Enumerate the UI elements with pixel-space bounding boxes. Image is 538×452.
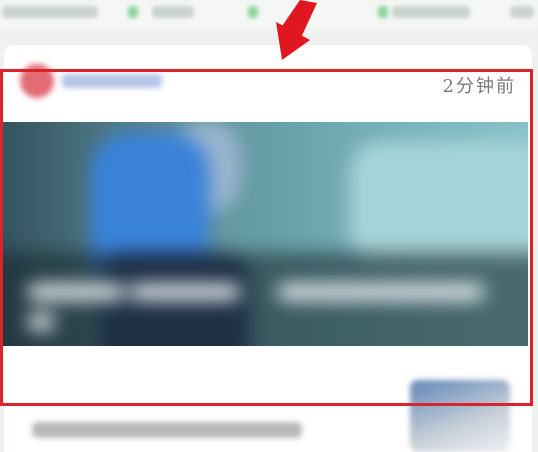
status-dot [378, 6, 388, 18]
toolbar-item[interactable] [152, 6, 194, 18]
status-dot [128, 6, 138, 18]
headline-placeholder [32, 422, 302, 438]
toolbar-item[interactable] [392, 6, 470, 18]
status-dot [248, 6, 258, 18]
top-toolbar-strip [0, 0, 538, 28]
toolbar-item[interactable] [510, 6, 534, 18]
toolbar-item[interactable] [2, 6, 98, 18]
annotation-arrow-icon [276, 0, 317, 60]
annotation-highlight-box [0, 69, 533, 406]
